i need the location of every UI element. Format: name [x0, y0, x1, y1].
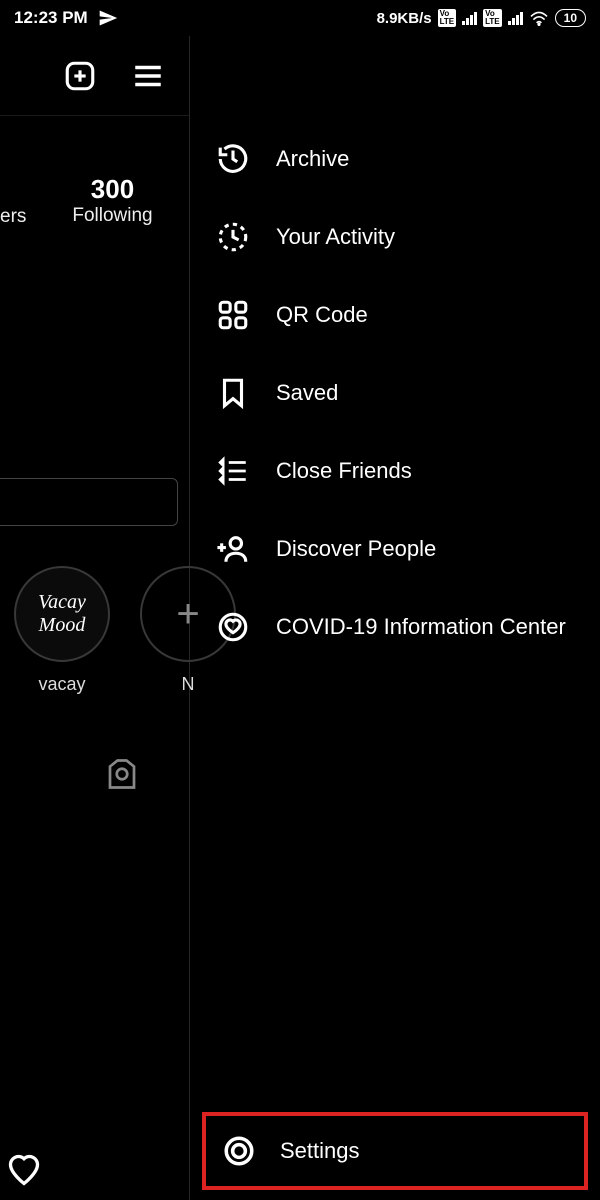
menu-discover-people[interactable]: Discover People	[190, 510, 600, 588]
menu-label: Discover People	[276, 535, 436, 563]
close-friends-icon	[214, 452, 252, 490]
menu-archive[interactable]: Archive	[190, 120, 600, 198]
tagged-tab-icon[interactable]	[104, 756, 140, 792]
menu-saved[interactable]: Saved	[190, 354, 600, 432]
menu-label: Saved	[276, 379, 338, 407]
telegram-icon	[98, 8, 118, 28]
settings-icon	[220, 1132, 258, 1170]
menu-label: Your Activity	[276, 223, 395, 251]
signal-icon-1	[462, 12, 477, 25]
archive-icon	[214, 140, 252, 178]
network-speed: 8.9KB/s	[377, 10, 432, 27]
highlight-label: vacay	[14, 674, 110, 695]
wifi-icon	[529, 10, 549, 26]
covid-icon	[214, 608, 252, 646]
activity-icon	[214, 218, 252, 256]
volte-badge-2: VoLTE	[483, 9, 502, 27]
menu-your-activity[interactable]: Your Activity	[190, 198, 600, 276]
hamburger-menu-icon[interactable]	[131, 59, 165, 93]
following-stat[interactable]: 300 Following	[36, 174, 189, 227]
menu-covid-info[interactable]: COVID-19 Information Center	[190, 588, 600, 666]
menu-close-friends[interactable]: Close Friends	[190, 432, 600, 510]
volte-badge-1: VoLTE	[438, 9, 457, 27]
menu-label: Archive	[276, 145, 349, 173]
highlight-thumbnail: Vacay Mood	[14, 566, 110, 662]
create-post-icon[interactable]	[63, 59, 97, 93]
signal-icon-2	[508, 12, 523, 25]
menu-settings[interactable]: Settings	[202, 1112, 588, 1190]
activity-heart-icon[interactable]	[6, 1152, 42, 1188]
following-label: Following	[36, 205, 189, 227]
side-drawer: Archive Your Activity QR Code Saved Clos…	[190, 120, 600, 1200]
menu-label: QR Code	[276, 301, 368, 329]
saved-icon	[214, 374, 252, 412]
profile-screen: 300 Following ers Vacay Mood vacay + N	[0, 36, 190, 1200]
menu-label: Settings	[280, 1137, 360, 1165]
menu-qr-code[interactable]: QR Code	[190, 276, 600, 354]
menu-label: Close Friends	[276, 457, 412, 485]
following-count: 300	[36, 174, 189, 205]
status-bar: 12:23 PM 8.9KB/s VoLTE VoLTE 10	[0, 0, 600, 36]
battery-indicator: 10	[555, 9, 586, 27]
status-time: 12:23 PM	[14, 8, 88, 28]
followers-label-partial: ers	[0, 206, 26, 228]
qr-icon	[214, 296, 252, 334]
discover-people-icon	[214, 530, 252, 568]
menu-label: COVID-19 Information Center	[276, 613, 566, 641]
highlight-vacay[interactable]: Vacay Mood vacay	[14, 566, 110, 695]
edit-profile-button[interactable]	[0, 478, 178, 526]
